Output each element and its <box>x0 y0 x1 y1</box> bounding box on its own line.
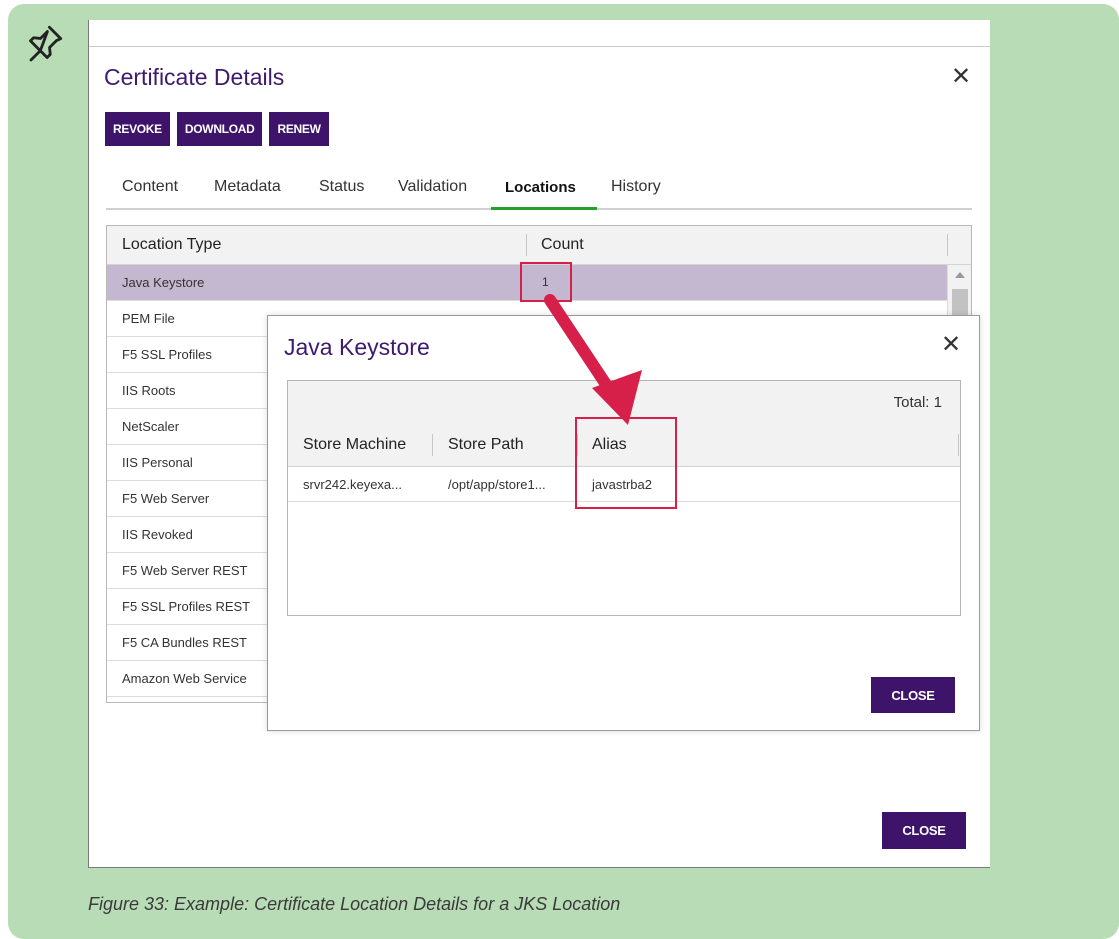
column-separator <box>947 234 948 256</box>
dialog-title: Certificate Details <box>104 64 285 90</box>
modal-close-icon[interactable]: ✕ <box>941 330 961 358</box>
pin-icon <box>29 25 63 62</box>
active-tab-indicator <box>491 207 597 210</box>
column-header-store-machine[interactable]: Store Machine <box>303 436 406 454</box>
arrow-annotation <box>544 294 642 425</box>
location-type-cell: Java Keystore <box>122 275 205 290</box>
store-machine-cell: srvr242.keyexa... <box>303 477 402 492</box>
tab-metadata[interactable]: Metadata <box>214 178 281 196</box>
total-count: Total: 1 <box>893 394 942 411</box>
modal-title: Java Keystore <box>284 334 430 360</box>
location-type-cell: F5 SSL Profiles REST <box>122 599 251 614</box>
download-button[interactable]: DOWNLOAD <box>176 112 263 146</box>
store-path-cell: /opt/app/store1... <box>448 477 546 492</box>
action-buttons: REVOKE DOWNLOAD RENEW <box>105 112 329 146</box>
location-type-cell: IIS Revoked <box>122 527 193 542</box>
column-separator <box>526 234 527 256</box>
column-separator <box>958 434 959 456</box>
column-separator <box>432 434 433 456</box>
location-type-cell: IIS Roots <box>122 383 176 398</box>
dialog-topbar <box>89 20 990 47</box>
location-type-cell: NetScaler <box>122 419 180 434</box>
location-type-cell: PEM File <box>122 311 175 326</box>
figure-caption: Figure 33: Example: Certificate Location… <box>88 894 621 914</box>
column-header-location-type[interactable]: Location Type <box>122 236 221 254</box>
column-header-count[interactable]: Count <box>541 236 584 254</box>
location-type-cell: Amazon Web Service <box>122 671 247 686</box>
scroll-up-icon[interactable] <box>955 272 965 278</box>
tab-history[interactable]: History <box>611 178 661 196</box>
renew-button[interactable]: RENEW <box>269 112 329 146</box>
location-type-cell: F5 Web Server REST <box>122 563 248 578</box>
location-type-cell: F5 SSL Profiles <box>122 347 212 362</box>
column-header-store-path[interactable]: Store Path <box>448 436 524 454</box>
close-icon[interactable]: ✕ <box>951 62 971 90</box>
tab-validation[interactable]: Validation <box>398 178 467 196</box>
close-button[interactable]: CLOSE <box>882 812 966 849</box>
modal-close-button[interactable]: CLOSE <box>871 677 955 713</box>
tab-bar: Content Metadata Status Validation Locat… <box>106 170 972 210</box>
grid-header: Location Type Count <box>107 226 971 265</box>
location-type-cell: IIS Personal <box>122 455 193 470</box>
revoke-button[interactable]: REVOKE <box>105 112 170 146</box>
tab-locations[interactable]: Locations <box>505 179 576 196</box>
tab-content[interactable]: Content <box>122 178 178 196</box>
tab-status[interactable]: Status <box>319 178 364 196</box>
location-type-cell: F5 Web Server <box>122 491 210 506</box>
location-type-cell: F5 CA Bundles REST <box>122 635 247 650</box>
